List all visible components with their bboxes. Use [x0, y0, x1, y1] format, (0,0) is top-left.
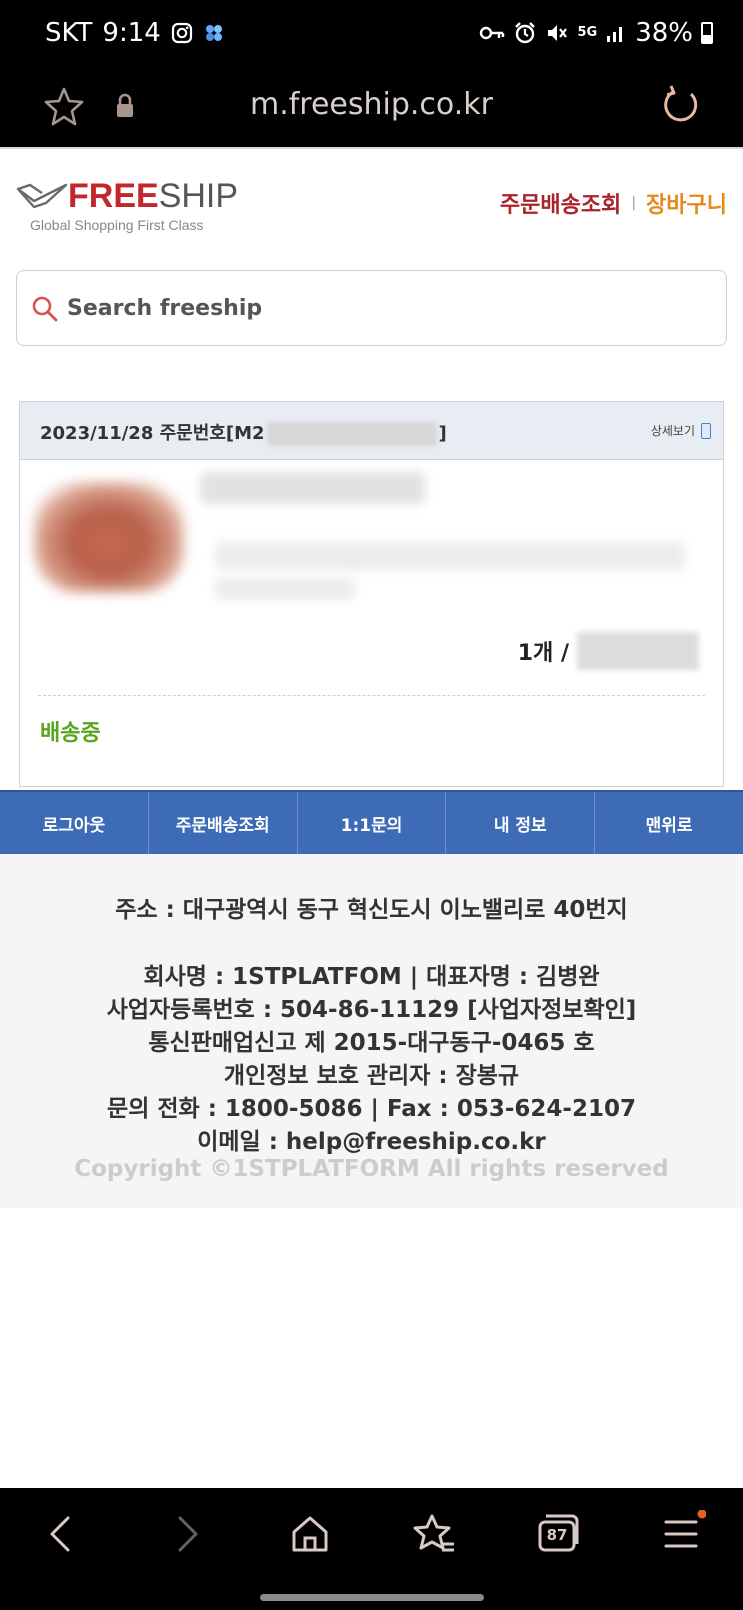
battery-percent: 38%: [635, 18, 693, 48]
redacted-product-title: [200, 472, 425, 504]
footer-company: 회사명 : 1STPLATFOM | 대표자명 : 김병완: [143, 964, 600, 990]
search-box[interactable]: [16, 270, 727, 346]
detail-view-label: 상세보기: [650, 424, 695, 438]
quantity-price: 1개 /: [518, 632, 699, 670]
tabs-icon[interactable]: 87: [534, 1510, 582, 1558]
status-bar: SKT 9:14 5G 38%: [0, 0, 743, 72]
search-input[interactable]: [67, 283, 707, 333]
browser-bottom-bar: 87: [0, 1488, 743, 1610]
site-footer: 주소 : 대구광역시 동구 혁신도시 이노밸리로 40번지 회사명 : 1STP…: [0, 854, 743, 1208]
search-icon: [32, 296, 58, 322]
order-header: 2023/11/28 주문번호[M2] 상세보기: [20, 402, 723, 460]
order-number: 2023/11/28 주문번호[M2]: [40, 419, 447, 446]
plane-logo-icon: [16, 183, 68, 209]
cart-link[interactable]: 장바구니: [646, 187, 727, 219]
hamburger-icon: [664, 1509, 707, 1548]
home-indicator[interactable]: [260, 1594, 484, 1601]
instagram-icon: [171, 22, 192, 44]
key-icon: [480, 26, 505, 40]
order-lookup-link[interactable]: 주문배송조회: [500, 187, 621, 219]
carrier-label: SKT: [45, 18, 93, 48]
redacted-product-option: [215, 542, 685, 570]
redacted-product-option-2: [215, 578, 355, 600]
clock: 9:14: [102, 18, 161, 48]
battery-icon: [701, 22, 713, 44]
footer-mail-order: 통신판매업신고 제 2015-대구동구-0465 호: [148, 1030, 595, 1056]
freeship-logo[interactable]: FREESHIP Global Shopping First Class: [16, 177, 238, 237]
footer-privacy-officer: 개인정보 보호 관리자 : 장봉규: [223, 1063, 520, 1089]
order-date-number: 2023/11/28 주문번호[M2: [40, 423, 265, 444]
redacted-order-number: [266, 422, 437, 446]
order-card: 2023/11/28 주문번호[M2] 상세보기 1개 / 배송중: [19, 401, 724, 787]
product-image[interactable]: [34, 482, 184, 592]
footer-phone: 문의 전화 : 1800-5086 | Fax : 053-624-2107: [107, 1096, 636, 1122]
status-right: 5G 38%: [479, 18, 713, 48]
app-icon: [205, 25, 222, 41]
redacted-price: [577, 632, 699, 670]
forward-icon[interactable]: [162, 1510, 210, 1558]
logo-wordmark: FREESHIP: [68, 177, 238, 216]
order-number-close: ]: [438, 423, 447, 444]
footer-nav: 로그아웃 주문배송조회 1:1문의 내 정보 맨위로: [0, 790, 743, 854]
menu-icon[interactable]: [658, 1509, 707, 1558]
detail-view-link[interactable]: 상세보기: [651, 422, 711, 439]
link-separator: |: [631, 195, 637, 211]
reload-icon[interactable]: [657, 82, 703, 128]
logo-ship: SHIP: [158, 177, 239, 215]
site-header: FREESHIP Global Shopping First Class 주문배…: [0, 147, 743, 247]
shipping-status: 배송중: [40, 721, 101, 746]
nav-inquiry[interactable]: 1:1문의: [298, 792, 447, 854]
alarm-icon: [515, 22, 536, 44]
logo-free: FREE: [68, 177, 159, 215]
nav-logout[interactable]: 로그아웃: [0, 792, 149, 854]
back-icon[interactable]: [38, 1510, 86, 1558]
footer-copyright: Copyright ©1STPLATFORM All rights reserv…: [74, 1156, 669, 1182]
detail-icon: [701, 422, 711, 439]
url-text[interactable]: m.freeship.co.kr: [0, 87, 743, 122]
home-icon[interactable]: [286, 1510, 334, 1558]
mute-icon: [548, 25, 568, 41]
divider: [38, 695, 705, 696]
status-left: SKT 9:14: [45, 18, 225, 48]
footer-address: 주소 : 대구광역시 동구 혁신도시 이노밸리로 40번지: [115, 897, 628, 923]
tab-count: 87: [546, 1526, 568, 1544]
signal-icon: [607, 27, 623, 42]
5g-icon: 5G: [577, 25, 598, 40]
bookmarks-icon[interactable]: [410, 1510, 458, 1558]
nav-my-info[interactable]: 내 정보: [446, 792, 596, 854]
footer-business-no[interactable]: 사업자등록번호 : 504-86-11129 [사업자정보확인]: [0, 990, 743, 1024]
nav-order-lookup[interactable]: 주문배송조회: [149, 792, 298, 854]
quantity-label: 1개 /: [517, 641, 569, 666]
browser-url-bar: m.freeship.co.kr: [0, 72, 743, 147]
header-links: 주문배송조회 | 장바구니: [500, 187, 727, 219]
footer-email: 이메일 : help@freeship.co.kr: [197, 1129, 546, 1155]
nav-top[interactable]: 맨위로: [595, 792, 743, 854]
logo-tagline: Global Shopping First Class: [30, 217, 204, 233]
